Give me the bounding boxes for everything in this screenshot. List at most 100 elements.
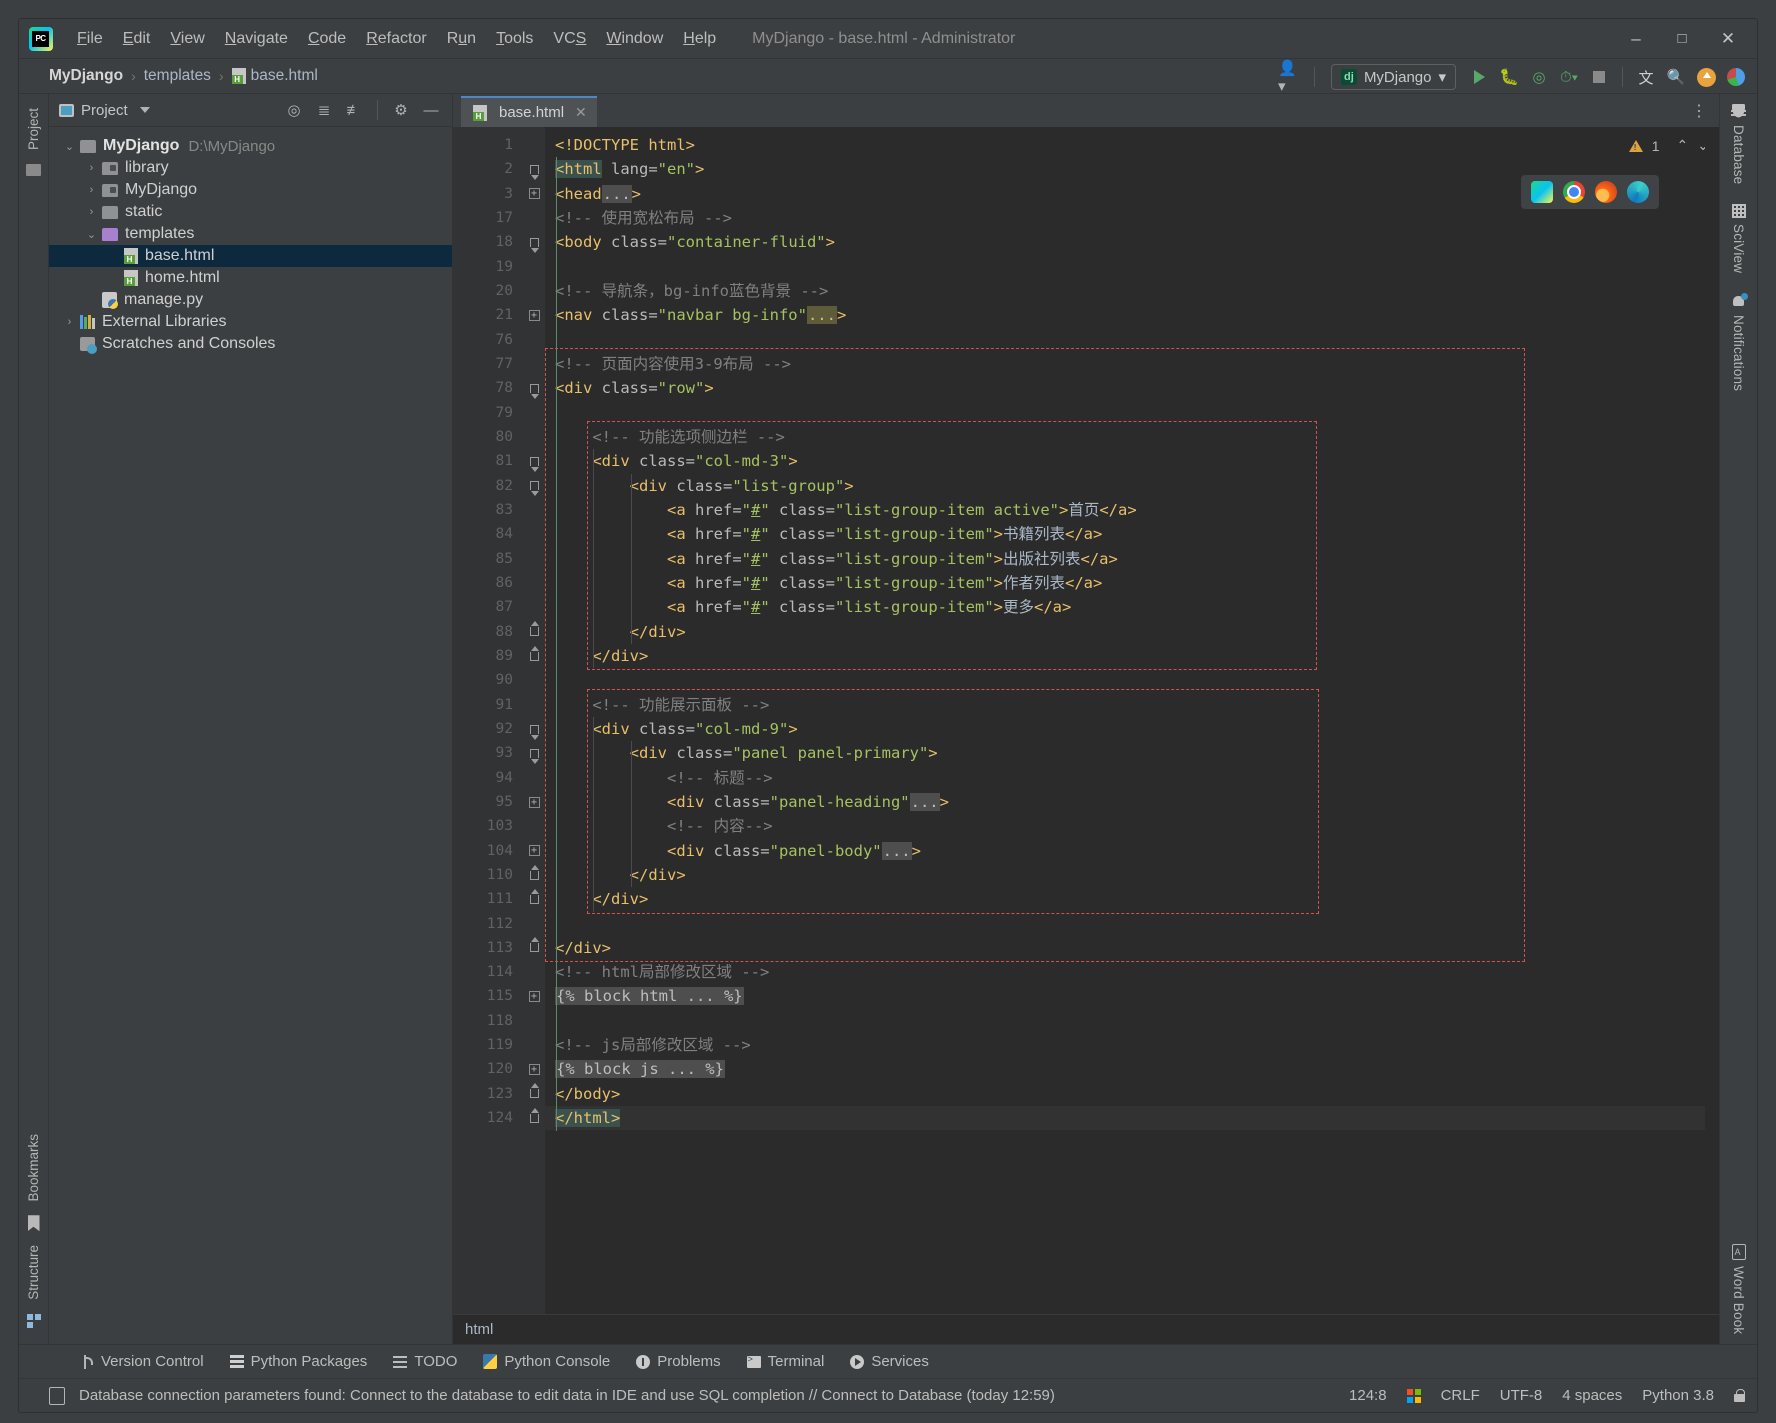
fold-end-icon[interactable] bbox=[529, 1083, 539, 1099]
ide-eye-icon[interactable] bbox=[1723, 64, 1749, 90]
menu-item-navigate[interactable]: Navigate bbox=[215, 27, 298, 51]
bottom-tool-version-control[interactable]: Version Control bbox=[81, 1353, 204, 1370]
fold-expand-icon[interactable]: + bbox=[528, 796, 540, 808]
run-play-icon[interactable] bbox=[1466, 64, 1492, 90]
fold-marker[interactable] bbox=[523, 741, 545, 765]
run-coverage-icon[interactable]: ◎ bbox=[1526, 64, 1552, 90]
sidebar-item-word-book[interactable]: Word Book bbox=[1731, 1243, 1746, 1334]
menu-item-file[interactable]: File bbox=[67, 27, 113, 51]
bottom-tool-problems[interactable]: Problems bbox=[636, 1353, 721, 1370]
code-line[interactable]: <!-- 页面内容使用3-9布局 --> bbox=[545, 352, 1705, 376]
project-tree[interactable]: ⌄ MyDjango D:\MyDjango › library › MyDjango › st… bbox=[49, 127, 452, 1344]
code-line[interactable]: <div class="panel-heading"...> bbox=[545, 790, 1705, 814]
fold-marker[interactable]: + bbox=[523, 303, 545, 327]
code-line[interactable] bbox=[545, 255, 1705, 279]
fold-collapse-icon[interactable] bbox=[529, 456, 539, 472]
editor-scrollbar[interactable] bbox=[1705, 127, 1719, 1314]
breadcrumb-folder[interactable]: templates bbox=[144, 67, 211, 85]
tree-node-base-html[interactable]: base.html bbox=[49, 245, 452, 267]
menu-item-help[interactable]: Help bbox=[673, 27, 726, 51]
code-line[interactable]: {% block js ... %} bbox=[545, 1057, 1705, 1081]
menu-item-tools[interactable]: Tools bbox=[486, 27, 543, 51]
chrome-icon[interactable] bbox=[1563, 181, 1585, 203]
maximize-icon[interactable]: □ bbox=[1659, 22, 1705, 56]
pycharm-preview-icon[interactable] bbox=[1531, 181, 1553, 203]
bottom-tool-services[interactable]: Services bbox=[850, 1353, 929, 1370]
menu-item-code[interactable]: Code bbox=[298, 27, 356, 51]
menu-item-vcs[interactable]: VCS bbox=[543, 27, 596, 51]
profiler-icon[interactable]: ⏱▾ bbox=[1556, 64, 1582, 90]
caret-position[interactable]: 124:8 bbox=[1349, 1387, 1387, 1404]
code-line[interactable]: <!-- html局部修改区域 --> bbox=[545, 960, 1705, 984]
fold-end-icon[interactable] bbox=[529, 864, 539, 880]
notification-note-icon[interactable] bbox=[49, 1386, 65, 1405]
chevron-down-icon[interactable]: ⌄ bbox=[85, 228, 98, 241]
code-text[interactable]: <!DOCTYPE html> <html lang="en"> <head...>… bbox=[545, 127, 1705, 1314]
code-line[interactable]: <a href="#" class="list-group-item">出版社列… bbox=[545, 547, 1705, 571]
tab-base-html[interactable]: base.html ✕ bbox=[461, 96, 597, 127]
fold-collapse-icon[interactable] bbox=[529, 748, 539, 764]
fold-marker[interactable] bbox=[523, 157, 545, 181]
fold-marker[interactable] bbox=[523, 230, 545, 254]
code-line[interactable]: <div class="row"> bbox=[545, 376, 1705, 400]
run-configuration-selector[interactable]: dj MyDjango ▾ bbox=[1330, 64, 1456, 90]
status-message[interactable]: Database connection parameters found: Co… bbox=[79, 1387, 1055, 1404]
fold-marker[interactable]: + bbox=[523, 182, 545, 206]
sidebar-item-structure[interactable]: Structure bbox=[23, 1239, 44, 1306]
bookmark-icon[interactable] bbox=[27, 1215, 40, 1232]
code-line[interactable]: <a href="#" class="list-group-item">作者列表… bbox=[545, 571, 1705, 595]
expand-all-icon[interactable]: ≣ bbox=[315, 101, 333, 119]
fold-marker[interactable] bbox=[523, 474, 545, 498]
menu-item-refactor[interactable]: Refactor bbox=[356, 27, 436, 51]
code-folding-gutter[interactable]: + + + + + + bbox=[523, 127, 545, 1314]
menu-item-run[interactable]: Run bbox=[437, 27, 486, 51]
code-line[interactable]: <!-- 导航条，bg-info蓝色背景 --> bbox=[545, 279, 1705, 303]
code-line[interactable]: <!-- js局部修改区域 --> bbox=[545, 1033, 1705, 1057]
encoding[interactable]: UTF-8 bbox=[1500, 1387, 1543, 1404]
chevron-down-icon[interactable]: ⌄ bbox=[63, 140, 76, 153]
fold-expand-icon[interactable]: + bbox=[528, 1064, 540, 1076]
fold-marker[interactable]: + bbox=[523, 1057, 545, 1081]
fold-marker[interactable] bbox=[523, 863, 545, 887]
fold-marker[interactable] bbox=[523, 887, 545, 911]
fold-marker[interactable]: + bbox=[523, 984, 545, 1008]
chevron-right-icon[interactable]: › bbox=[85, 206, 98, 219]
fold-marker[interactable] bbox=[523, 449, 545, 473]
fold-collapse-icon[interactable] bbox=[529, 724, 539, 740]
hide-icon[interactable]: — bbox=[422, 101, 440, 119]
translate-icon[interactable]: 文 bbox=[1633, 64, 1659, 90]
code-line[interactable]: <body class="container-fluid"> bbox=[545, 230, 1705, 254]
fold-collapse-icon[interactable] bbox=[529, 481, 539, 497]
code-line[interactable]: </div> bbox=[545, 644, 1705, 668]
tree-node-home-html[interactable]: home.html bbox=[49, 267, 452, 289]
code-line[interactable]: </div> bbox=[545, 936, 1705, 960]
sidebar-item-sciview[interactable]: SciView bbox=[1731, 204, 1746, 274]
stop-icon[interactable] bbox=[1586, 64, 1612, 90]
sidebar-item-database[interactable]: Database bbox=[1731, 104, 1746, 184]
breadcrumb-file[interactable]: base.html bbox=[251, 67, 318, 85]
code-line[interactable]: <!DOCTYPE html> bbox=[545, 133, 1705, 157]
code-line[interactable]: <div class="col-md-9"> bbox=[545, 717, 1705, 741]
fold-end-icon[interactable] bbox=[529, 937, 539, 953]
menu-item-window[interactable]: Window bbox=[596, 27, 673, 51]
tree-node-manage-py[interactable]: manage.py bbox=[49, 289, 452, 311]
inspection-widget[interactable]: 1 ⌃ ⌄ bbox=[1628, 137, 1709, 154]
code-line[interactable] bbox=[545, 912, 1705, 936]
fold-marker[interactable] bbox=[523, 1106, 545, 1130]
code-line[interactable]: </html> bbox=[545, 1106, 1705, 1131]
code-line[interactable]: <!-- 标题--> bbox=[545, 766, 1705, 790]
minimize-icon[interactable]: – bbox=[1613, 22, 1659, 56]
fold-marker[interactable] bbox=[523, 644, 545, 668]
code-line[interactable] bbox=[545, 401, 1705, 425]
close-icon[interactable]: ✕ bbox=[575, 104, 587, 121]
breadcrumb-project[interactable]: MyDjango bbox=[49, 67, 123, 85]
code-line[interactable]: <nav class="navbar bg-info"...> bbox=[545, 303, 1705, 327]
code-line[interactable]: <!-- 内容--> bbox=[545, 814, 1705, 838]
menu-item-edit[interactable]: Edit bbox=[113, 27, 161, 51]
code-line[interactable]: </div> bbox=[545, 863, 1705, 887]
code-line[interactable] bbox=[545, 1009, 1705, 1033]
chevron-right-icon[interactable]: › bbox=[63, 316, 76, 329]
fold-marker[interactable] bbox=[523, 620, 545, 644]
code-line[interactable]: </div> bbox=[545, 620, 1705, 644]
menu-item-view[interactable]: View bbox=[160, 27, 214, 51]
